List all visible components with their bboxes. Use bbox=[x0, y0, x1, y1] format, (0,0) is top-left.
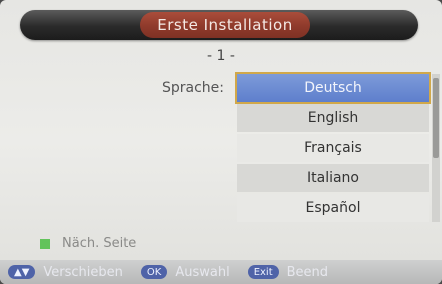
next-page-hint: Näch. Seite bbox=[40, 236, 136, 251]
page-indicator: - 1 - bbox=[207, 48, 235, 64]
select-label: Auswahl bbox=[175, 264, 230, 280]
option-label: Deutsch bbox=[304, 80, 362, 96]
exit-key-icon: Exit bbox=[247, 265, 279, 279]
scrollbar[interactable] bbox=[432, 74, 440, 222]
move-label: Verschieben bbox=[43, 264, 123, 280]
green-key-icon bbox=[40, 238, 50, 249]
page-title: Erste Installation bbox=[157, 16, 293, 34]
title-pill: Erste Installation bbox=[140, 12, 310, 38]
scrollbar-thumb[interactable] bbox=[433, 78, 439, 158]
language-option-deutsch[interactable]: Deutsch bbox=[235, 72, 431, 104]
language-option-espanol[interactable]: Español bbox=[237, 194, 429, 222]
language-option-italiano[interactable]: Italiano bbox=[237, 164, 429, 192]
option-label: English bbox=[307, 110, 359, 126]
option-label: Français bbox=[304, 140, 362, 156]
option-label: Español bbox=[305, 200, 361, 216]
language-option-english[interactable]: English bbox=[237, 104, 429, 132]
exit-label: Beend bbox=[286, 264, 329, 280]
ok-key-icon: OK bbox=[140, 265, 168, 279]
next-page-label: Näch. Seite bbox=[62, 236, 137, 251]
up-down-key-icon: ▲▼ bbox=[8, 265, 36, 279]
language-option-francais[interactable]: Français bbox=[237, 134, 429, 162]
title-bar: Erste Installation bbox=[20, 10, 418, 40]
option-label: Italiano bbox=[307, 170, 359, 186]
language-label: Sprache: bbox=[161, 80, 224, 96]
footer-bar: ▲▼ Verschieben OK Auswahl Exit Beend bbox=[0, 260, 442, 284]
language-list[interactable]: Deutsch English Français Italiano Españo… bbox=[235, 72, 431, 224]
setup-screen: Erste Installation - 1 - Sprache: Deutsc… bbox=[0, 0, 442, 284]
